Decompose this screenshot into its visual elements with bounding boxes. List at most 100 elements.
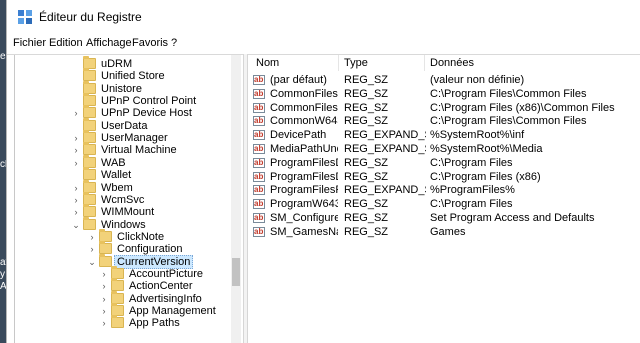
value-row[interactable]: CommonW643... REG_SZ C:\Program Files\Comm… [248,114,640,128]
value-name: (par défaut) [270,74,327,86]
value-name: SM_ConfigureP... [270,212,338,224]
value-type: REG_SZ [344,115,389,128]
column-divider[interactable] [338,55,339,71]
value-data: Games [430,225,466,238]
menu-help[interactable]: ? [171,37,177,49]
string-value-icon [253,170,265,184]
folder-icon [111,315,124,329]
value-type: REG_EXPAND_SZ [344,143,426,155]
window-title: Éditeur du Registre [39,10,142,24]
value-name: ProgramFilesDir... [270,170,338,183]
value-row[interactable]: ProgramFilesDir REG_SZ C:\Program Files [248,156,640,170]
folder-icon [111,278,124,292]
folder-icon [83,179,96,193]
folder-icon [111,303,124,316]
menu-edition[interactable]: Edition [49,37,83,49]
column-header-data[interactable]: Données [430,57,474,69]
value-name: ProgramW6432... [270,198,338,211]
value-type: REG_EXPAND_SZ [344,129,426,142]
value-type: REG_SZ [344,225,389,238]
folder-icon [99,241,112,255]
folder-icon [83,56,96,69]
string-value-icon [253,128,265,142]
value-name: SM_GamesName [270,225,338,238]
collapsed-chevron-icon[interactable]: › [99,316,109,330]
column-header-type[interactable]: Type [344,57,368,69]
string-value-icon [253,197,265,211]
value-data: %SystemRoot%\inf [430,129,525,142]
string-value-icon [253,183,265,197]
list-header: Nom Type Données [248,55,640,71]
registry-tree[interactable]: uDRM Unified Store Unistore UPnP Control Po… [7,54,243,343]
folder-icon [83,130,96,144]
value-row[interactable]: (par défaut) REG_SZ (valeur non définie) [248,73,640,87]
value-row[interactable]: ProgramFilesPath REG_EXPAND_SZ %ProgramFil… [248,183,640,197]
tree-scrollbar[interactable] [231,55,241,343]
value-row[interactable]: ProgramW6432... REG_SZ C:\Program Files [248,197,640,211]
string-value-icon [253,211,265,225]
folder-icon [83,204,96,218]
value-data: %ProgramFiles% [430,184,515,197]
folder-icon [99,253,112,267]
value-row[interactable]: ProgramFilesDir... REG_SZ C:\Program Files… [248,170,640,184]
string-value-icon [253,142,265,156]
folder-icon [83,154,96,168]
column-divider[interactable] [424,55,425,71]
value-name: ProgramFilesPath [270,184,338,197]
tree-node[interactable]: › App Paths [7,315,229,330]
title-bar[interactable]: Éditeur du Registre [7,0,640,34]
value-type: REG_SZ [344,87,389,100]
column-header-name[interactable]: Nom [256,57,279,69]
string-value-icon [253,73,265,87]
tree-node-label: App Paths [129,317,180,330]
folder-icon [83,68,96,82]
value-type: REG_SZ [344,170,389,183]
folder-icon [83,216,96,230]
registry-editor-icon [18,10,32,24]
value-row[interactable]: SM_ConfigureP... REG_SZ Set Program Access… [248,211,640,225]
menu-fichier[interactable]: Fichier [13,37,46,49]
string-value-icon [253,87,265,101]
value-name: DevicePath [270,129,327,142]
value-row[interactable]: DevicePath REG_EXPAND_SZ %SystemRoot%\inf [248,128,640,142]
menu-bar: Fichier Edition Affichage Favoris ? [7,34,640,52]
value-data: C:\Program Files\Common Files [430,115,587,128]
value-data: C:\Program Files (x86) [430,170,541,183]
value-data: (valeur non définie) [430,74,525,86]
value-name: MediaPathUnex... [270,143,338,155]
string-value-icon [253,114,265,128]
value-type: REG_SZ [344,212,389,224]
folder-icon [83,142,96,156]
registry-editor-window: Éditeur du Registre Fichier Edition Affi… [6,0,640,343]
value-name: CommonW643... [270,115,338,128]
value-data: %SystemRoot%\Media [430,143,543,155]
folder-icon [111,265,124,279]
folder-icon [83,117,96,131]
value-type: REG_SZ [344,198,389,211]
menu-favoris[interactable]: Favoris [132,37,168,49]
value-type: REG_EXPAND_SZ [344,184,426,197]
folder-icon [99,228,112,242]
value-name: ProgramFilesDir [270,156,338,169]
value-row[interactable]: CommonFilesDir REG_SZ C:\Program Files\Com… [248,87,640,101]
folder-icon [83,80,96,94]
value-row[interactable]: MediaPathUnex... REG_EXPAND_SZ %SystemRoot… [248,142,640,156]
value-name: CommonFilesDi... [270,101,338,114]
folder-icon [111,290,124,304]
value-name: CommonFilesDir [270,87,338,100]
string-value-icon [253,101,265,115]
string-value-icon [253,156,265,170]
tree-scrollbar-thumb[interactable] [232,258,240,286]
value-data: C:\Program Files [430,156,513,169]
folder-icon [83,105,96,119]
value-data: Set Program Access and Defaults [430,212,595,224]
value-row[interactable]: SM_GamesName REG_SZ Games [248,225,640,239]
folder-icon [83,93,96,107]
value-row[interactable]: CommonFilesDi... REG_SZ C:\Program Files (… [248,101,640,115]
values-list[interactable]: Nom Type Données (par défaut) REG_SZ (vale… [248,54,640,343]
menu-affichage[interactable]: Affichage [86,37,132,49]
folder-icon [83,191,96,205]
string-value-icon [253,225,265,239]
value-type: REG_SZ [344,156,389,169]
value-type: REG_SZ [344,101,389,114]
